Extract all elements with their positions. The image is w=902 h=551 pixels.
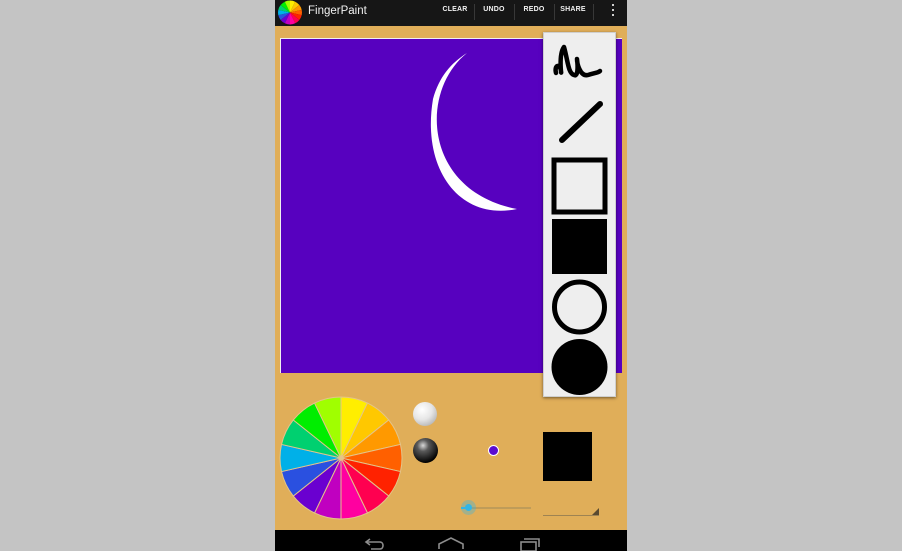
circle-outline-icon xyxy=(552,279,607,335)
tool-circle-filled[interactable] xyxy=(544,336,615,396)
undo-button[interactable]: UNDO xyxy=(475,0,513,24)
stroke-style-dropdown[interactable] xyxy=(543,503,599,516)
color-wheel-app-icon[interactable] xyxy=(276,0,304,25)
shape-tool-palette xyxy=(543,32,616,397)
color-wheel[interactable] xyxy=(278,395,404,521)
black-orb-icon[interactable] xyxy=(413,438,438,463)
navigation-bar xyxy=(275,530,627,551)
share-button[interactable]: SHARE xyxy=(555,0,591,24)
freehand-squiggle-icon xyxy=(553,44,603,78)
recents-icon[interactable] xyxy=(509,530,549,551)
current-color-indicator xyxy=(488,445,499,456)
stroke-color-swatch[interactable] xyxy=(543,432,592,481)
home-icon[interactable] xyxy=(431,530,471,551)
square-filled-icon xyxy=(552,219,607,274)
action-bar: FingerPaint CLEAR UNDO REDO SHARE xyxy=(275,0,627,26)
redo-button[interactable]: REDO xyxy=(515,0,553,24)
back-icon[interactable] xyxy=(353,530,393,551)
tool-rectangle-outline[interactable] xyxy=(544,155,615,215)
tool-circle-outline[interactable] xyxy=(544,277,615,337)
dropdown-underline xyxy=(543,515,599,516)
square-outline-icon xyxy=(551,157,608,215)
overflow-menu-icon[interactable] xyxy=(607,2,619,20)
app-title: FingerPaint xyxy=(308,5,367,17)
tool-rectangle-filled[interactable] xyxy=(544,216,615,276)
tool-freehand[interactable] xyxy=(544,33,615,93)
circle-filled-icon xyxy=(551,339,608,395)
tool-line[interactable] xyxy=(544,94,615,154)
line-icon xyxy=(559,101,603,143)
clear-button[interactable]: CLEAR xyxy=(437,0,473,24)
divider xyxy=(593,4,594,20)
app-window: FingerPaint CLEAR UNDO REDO SHARE xyxy=(275,0,627,551)
white-orb-icon[interactable] xyxy=(413,402,437,426)
brush-size-slider-thumb[interactable] xyxy=(460,500,476,515)
dropdown-arrow-icon xyxy=(592,508,599,515)
